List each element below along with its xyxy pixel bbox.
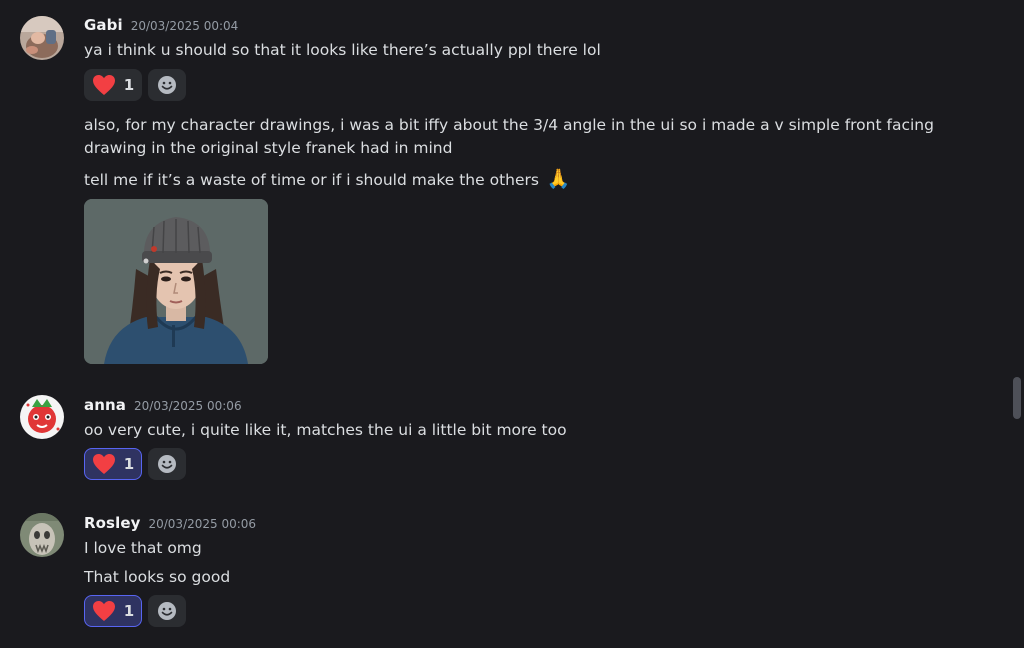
- avatar-rosley-image: [20, 513, 64, 557]
- username[interactable]: Rosley: [84, 514, 140, 532]
- scrollbar-thumb[interactable]: [1013, 377, 1021, 419]
- message-text: That looks so good: [84, 568, 231, 586]
- avatar-gabi[interactable]: [20, 16, 64, 60]
- pray-emoji: 🙏: [546, 168, 571, 190]
- timestamp[interactable]: 20/03/2025 00:06: [148, 517, 256, 531]
- heart-reaction-button[interactable]: 1: [84, 448, 142, 480]
- message-text: ya i think u should so that it looks lik…: [84, 41, 601, 59]
- smiley-icon: [158, 455, 176, 473]
- message-text: oo very cute, i quite like it, matches t…: [84, 421, 567, 439]
- message-text: also, for my character drawings, i was a…: [84, 116, 934, 134]
- add-reaction-button[interactable]: [148, 595, 186, 627]
- avatar-anna-image: [20, 395, 64, 439]
- avatar-anna[interactable]: [20, 395, 64, 439]
- message-text: tell me if it’s a waste of time or if i …: [84, 168, 571, 191]
- message-text: I love that omg: [84, 539, 202, 557]
- heart-icon: [92, 454, 115, 474]
- reaction-count: 1: [123, 455, 135, 473]
- username[interactable]: Gabi: [84, 16, 123, 34]
- message-header-rosley: Rosley 20/03/2025 00:06: [84, 514, 256, 532]
- timestamp[interactable]: 20/03/2025 00:04: [131, 19, 239, 33]
- timestamp[interactable]: 20/03/2025 00:06: [134, 399, 242, 413]
- message-text-content: tell me if it’s a waste of time or if i …: [84, 171, 539, 189]
- add-reaction-button[interactable]: [148, 69, 186, 101]
- avatar-rosley[interactable]: [20, 513, 64, 557]
- reaction-count: 1: [123, 602, 135, 620]
- image-attachment[interactable]: [84, 199, 268, 364]
- username[interactable]: anna: [84, 396, 126, 414]
- smiley-icon: [158, 602, 176, 620]
- chat-message-list: Gabi 20/03/2025 00:04 ya i think u shoul…: [0, 0, 1024, 648]
- avatar-gabi-image: [20, 16, 64, 60]
- scrollbar[interactable]: [1008, 0, 1024, 648]
- heart-icon: [92, 601, 115, 621]
- message-header-anna: anna 20/03/2025 00:06: [84, 396, 242, 414]
- message-text: drawing in the original style franek had…: [84, 139, 453, 157]
- character-drawing-image: [84, 199, 268, 364]
- heart-reaction-button[interactable]: 1: [84, 69, 142, 101]
- message-header-gabi: Gabi 20/03/2025 00:04: [84, 16, 238, 34]
- heart-icon: [92, 75, 115, 95]
- add-reaction-button[interactable]: [148, 448, 186, 480]
- heart-reaction-button[interactable]: 1: [84, 595, 142, 627]
- smiley-icon: [158, 76, 176, 94]
- reaction-count: 1: [123, 76, 135, 94]
